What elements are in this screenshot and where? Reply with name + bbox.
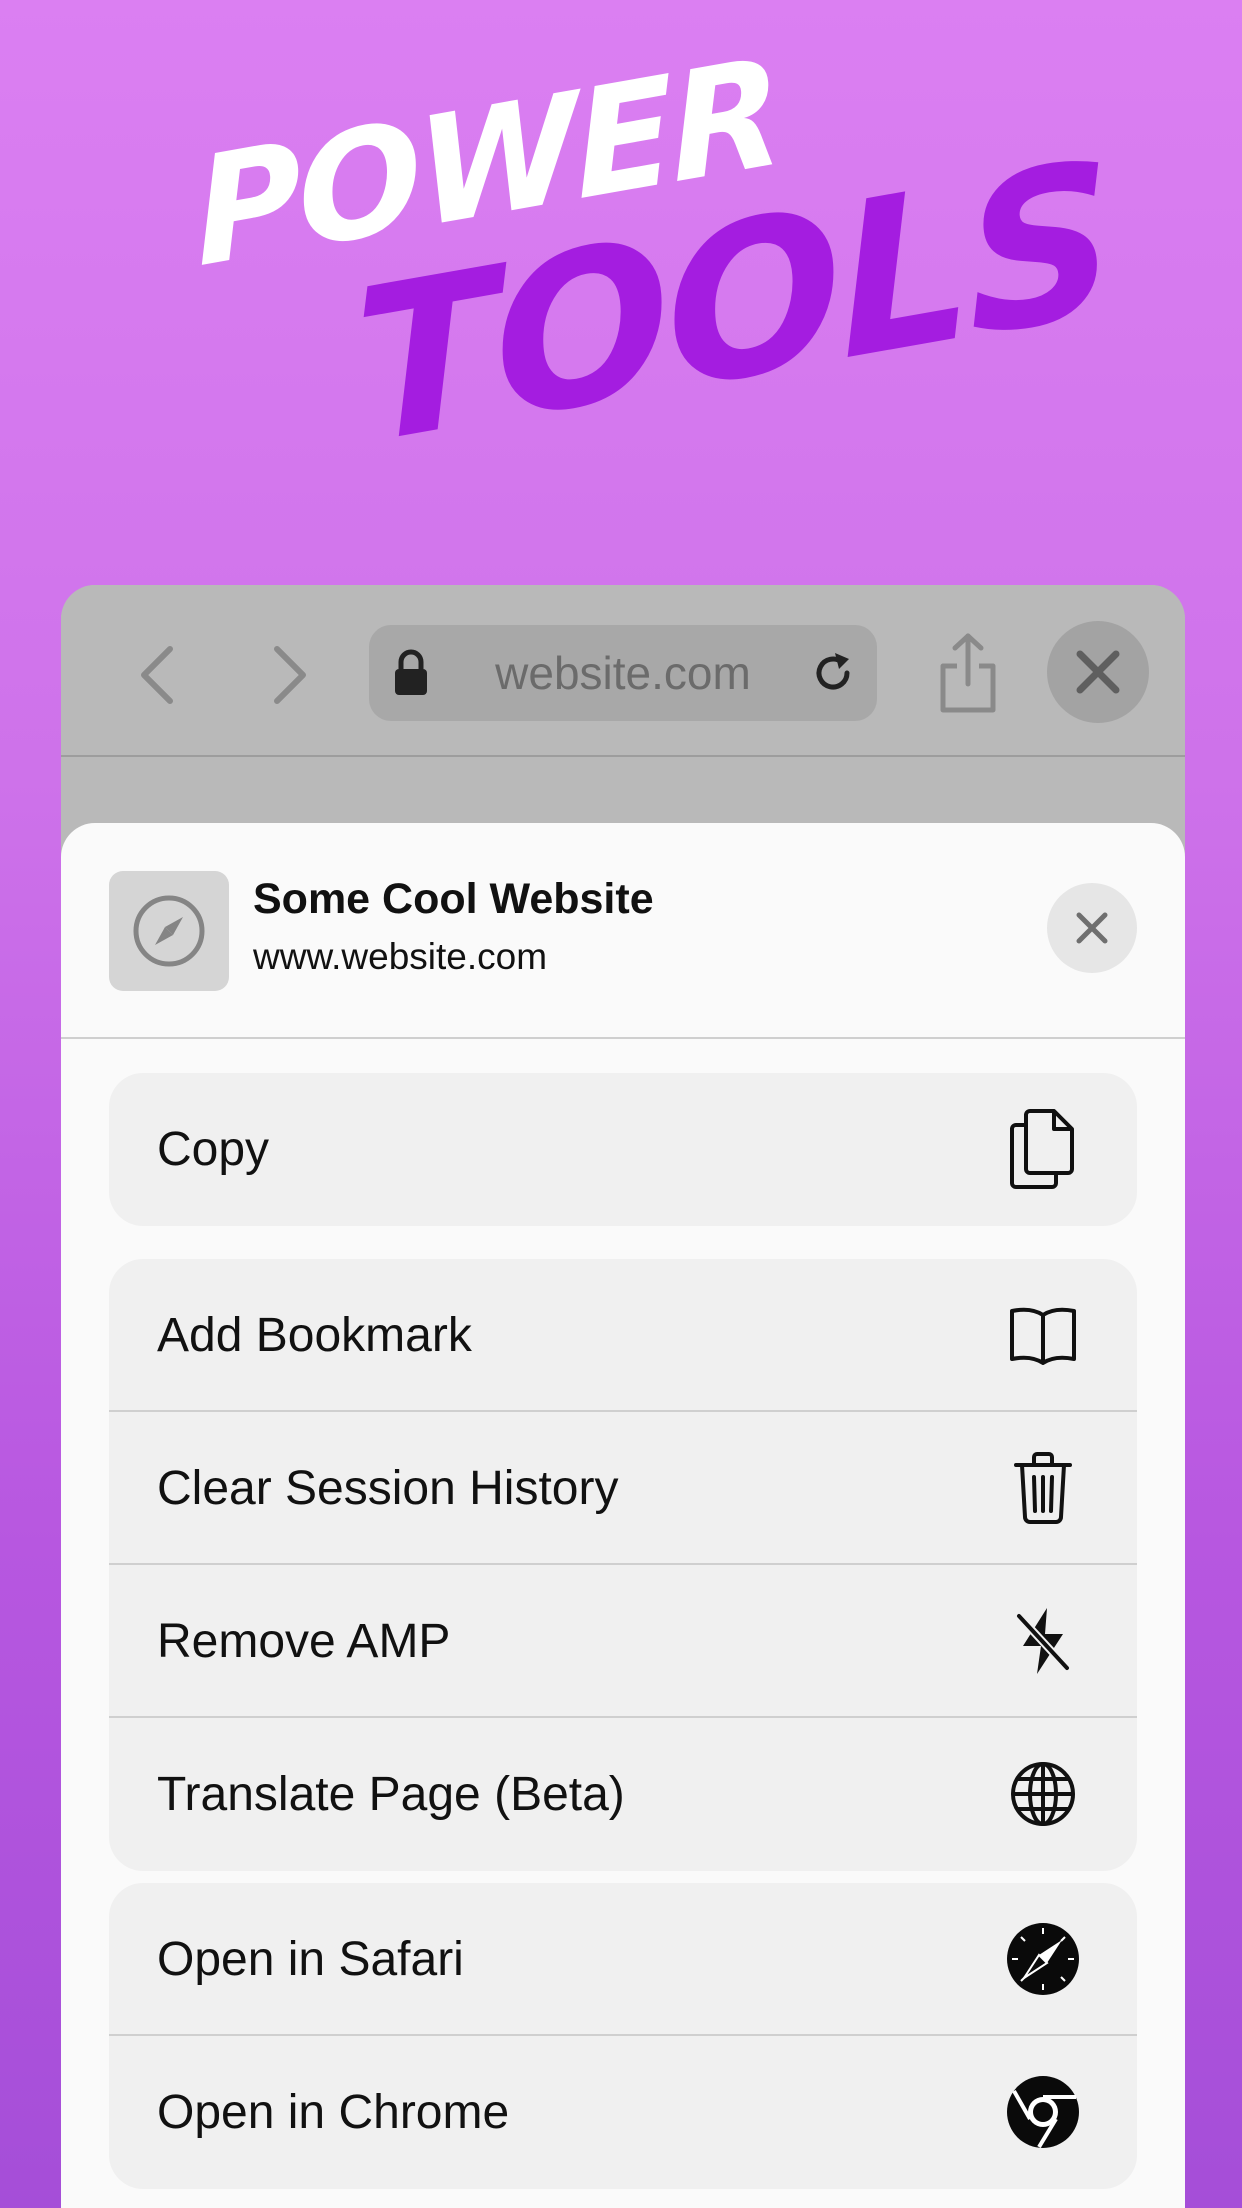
share-button[interactable]: [923, 625, 1013, 721]
action-copy[interactable]: Copy: [109, 1073, 1137, 1226]
action-sheet: Some Cool Website www.website.com Copy A…: [61, 823, 1185, 2208]
site-thumbnail: [109, 871, 229, 991]
action-translate-page[interactable]: Translate Page (Beta): [109, 1718, 1137, 1871]
share-icon: [940, 633, 996, 713]
action-add-bookmark[interactable]: Add Bookmark: [109, 1259, 1137, 1412]
close-icon: [1076, 912, 1108, 944]
close-icon: [1076, 650, 1120, 694]
forward-button[interactable]: [251, 635, 331, 715]
copy-icon: [1005, 1109, 1081, 1189]
action-label: Clear Session History: [157, 1462, 619, 1515]
action-label: Open in Chrome: [157, 2086, 510, 2139]
action-label: Add Bookmark: [157, 1309, 472, 1362]
action-group-page: Add Bookmark Clear Session History Remov…: [109, 1259, 1137, 1871]
globe-icon: [1005, 1756, 1081, 1832]
action-group-copy: Copy: [109, 1073, 1137, 1226]
action-open-in-chrome[interactable]: Open in Chrome: [109, 2036, 1137, 2189]
action-open-in-safari[interactable]: Open in Safari: [109, 1883, 1137, 2036]
action-clear-session-history[interactable]: Clear Session History: [109, 1412, 1137, 1565]
safari-icon: [1005, 1921, 1081, 1997]
back-button[interactable]: [116, 635, 196, 715]
browser-toolbar: website.com: [61, 585, 1185, 757]
headline: POWER TOOLS: [0, 0, 1242, 560]
action-remove-amp[interactable]: Remove AMP: [109, 1565, 1137, 1718]
chevron-left-icon: [141, 646, 173, 704]
chevron-right-icon: [274, 646, 306, 704]
trash-icon: [1005, 1450, 1081, 1526]
chrome-icon: [1005, 2074, 1081, 2150]
sheet-close-button[interactable]: [1047, 883, 1137, 973]
action-label: Copy: [157, 1123, 270, 1176]
url-bar[interactable]: website.com: [369, 625, 877, 721]
browser-window: website.com Some Cool Website www.websit…: [61, 585, 1185, 2208]
url-text: website.com: [495, 647, 751, 699]
action-label: Open in Safari: [157, 1933, 464, 1986]
bolt-slash-icon: [1005, 1603, 1081, 1679]
lock-icon: [395, 649, 427, 695]
reload-icon[interactable]: [805, 645, 861, 701]
site-title: Some Cool Website: [253, 875, 654, 923]
action-label: Remove AMP: [157, 1615, 451, 1668]
book-icon: [1005, 1297, 1081, 1373]
compass-icon: [133, 895, 205, 967]
action-label: Translate Page (Beta): [157, 1768, 625, 1821]
sheet-header: Some Cool Website www.website.com: [61, 823, 1185, 1039]
site-url: www.website.com: [253, 936, 548, 977]
action-group-open-in: Open in Safari Open in Chrome: [109, 1883, 1137, 2189]
close-browser-button[interactable]: [1047, 621, 1149, 723]
